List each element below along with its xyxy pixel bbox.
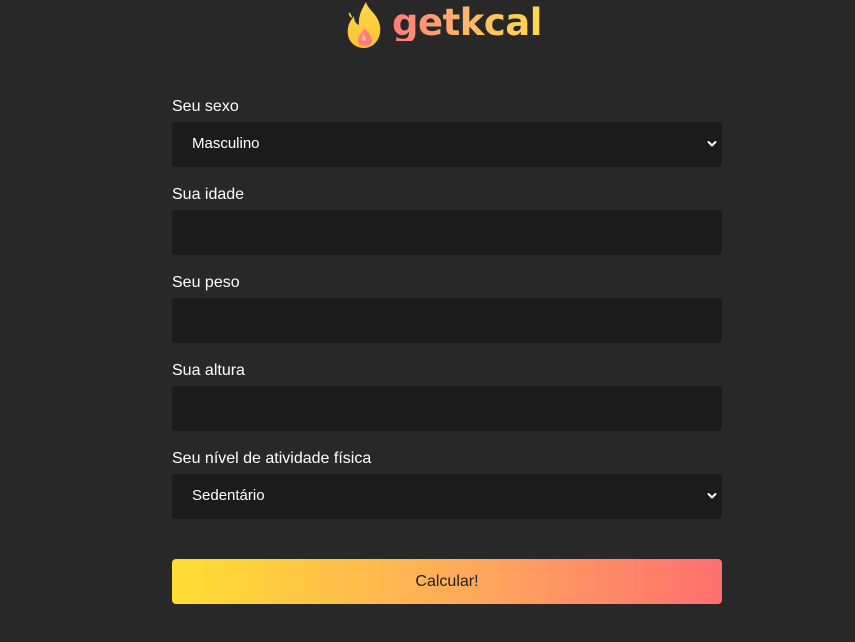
sex-label: Seu sexo (172, 98, 239, 115)
brand-name: getkcal (392, 0, 542, 44)
sex-select[interactable]: Masculino (172, 122, 722, 167)
weight-input[interactable] (172, 298, 722, 343)
activity-select[interactable]: Sedentário (172, 474, 722, 519)
height-input[interactable] (172, 386, 722, 431)
calculate-button[interactable]: Calcular! (172, 559, 722, 604)
chevron-down-icon (707, 493, 717, 499)
weight-label: Seu peso (172, 274, 240, 291)
logo[interactable]: getkcal (342, 0, 542, 50)
header: getkcal (0, 0, 855, 52)
sex-select-value: Masculino (192, 135, 260, 152)
age-label: Sua idade (172, 186, 245, 203)
flame-icon (347, 2, 381, 48)
chevron-down-icon (707, 141, 717, 147)
calculate-button-label: Calcular! (415, 572, 479, 590)
age-input[interactable] (172, 210, 722, 255)
activity-select-value: Sedentário (192, 487, 265, 504)
height-label: Sua altura (172, 362, 245, 379)
activity-label: Seu nível de atividade física (172, 450, 372, 467)
